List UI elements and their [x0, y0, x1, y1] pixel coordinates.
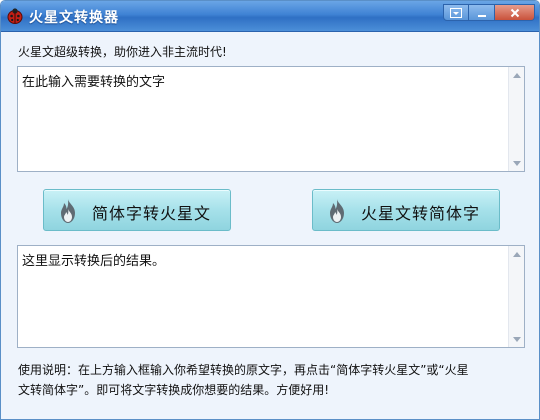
convert-to-martian-button[interactable]: 简体字转火星文	[43, 189, 231, 231]
ladybug-icon	[7, 8, 23, 24]
flame-icon	[330, 199, 344, 223]
chevron-down-icon	[512, 336, 521, 342]
output-scrollbar[interactable]	[508, 246, 524, 347]
source-text-input[interactable]: 在此输入需要转换的文字	[17, 66, 525, 172]
close-icon	[510, 8, 519, 17]
convert-to-simplified-button[interactable]: 火星文转简体字	[312, 189, 500, 231]
chevron-up-icon	[512, 72, 521, 78]
chevron-down-icon	[512, 160, 521, 166]
app-window: 火星文转换器 火星文超级转换，助你进入非主流时代! 在此输入需要转换的文字 简体…	[0, 0, 540, 420]
window-controls	[443, 4, 535, 21]
source-text-value[interactable]: 在此输入需要转换的文字	[22, 71, 504, 90]
instructions-line-1: 使用说明：在上方输入框输入你希望转换的原文字，再点击“简体字转火星文”或“火星	[18, 363, 469, 377]
result-text-value[interactable]: 这里显示转换后的结果。	[22, 250, 504, 269]
scroll-down-button[interactable]	[509, 331, 524, 347]
scroll-up-button[interactable]	[509, 246, 524, 262]
convert-to-simplified-label: 火星文转简体字	[361, 204, 481, 223]
menu-icon	[450, 7, 462, 18]
window-title: 火星文转换器	[29, 10, 119, 26]
instructions-line-2: 文转简体字”。即可将文字转换成你想要的结果。方便好用!	[18, 383, 330, 397]
scroll-down-button[interactable]	[509, 155, 524, 171]
scroll-up-button[interactable]	[509, 67, 524, 83]
tagline: 火星文超级转换，助你进入非主流时代!	[18, 45, 227, 59]
result-text-output[interactable]: 这里显示转换后的结果。	[17, 245, 525, 348]
minimize-button[interactable]	[469, 4, 495, 21]
usage-instructions: 使用说明：在上方输入框输入你希望转换的原文字，再点击“简体字转火星文”或“火星 …	[18, 360, 518, 400]
menu-button[interactable]	[443, 4, 469, 21]
chevron-up-icon	[512, 251, 521, 257]
convert-to-martian-label: 简体字转火星文	[92, 204, 212, 223]
close-button[interactable]	[495, 4, 535, 21]
title-bar[interactable]: 火星文转换器	[1, 1, 539, 32]
minimize-icon	[477, 14, 486, 17]
flame-icon	[61, 199, 75, 223]
input-scrollbar[interactable]	[508, 67, 524, 171]
